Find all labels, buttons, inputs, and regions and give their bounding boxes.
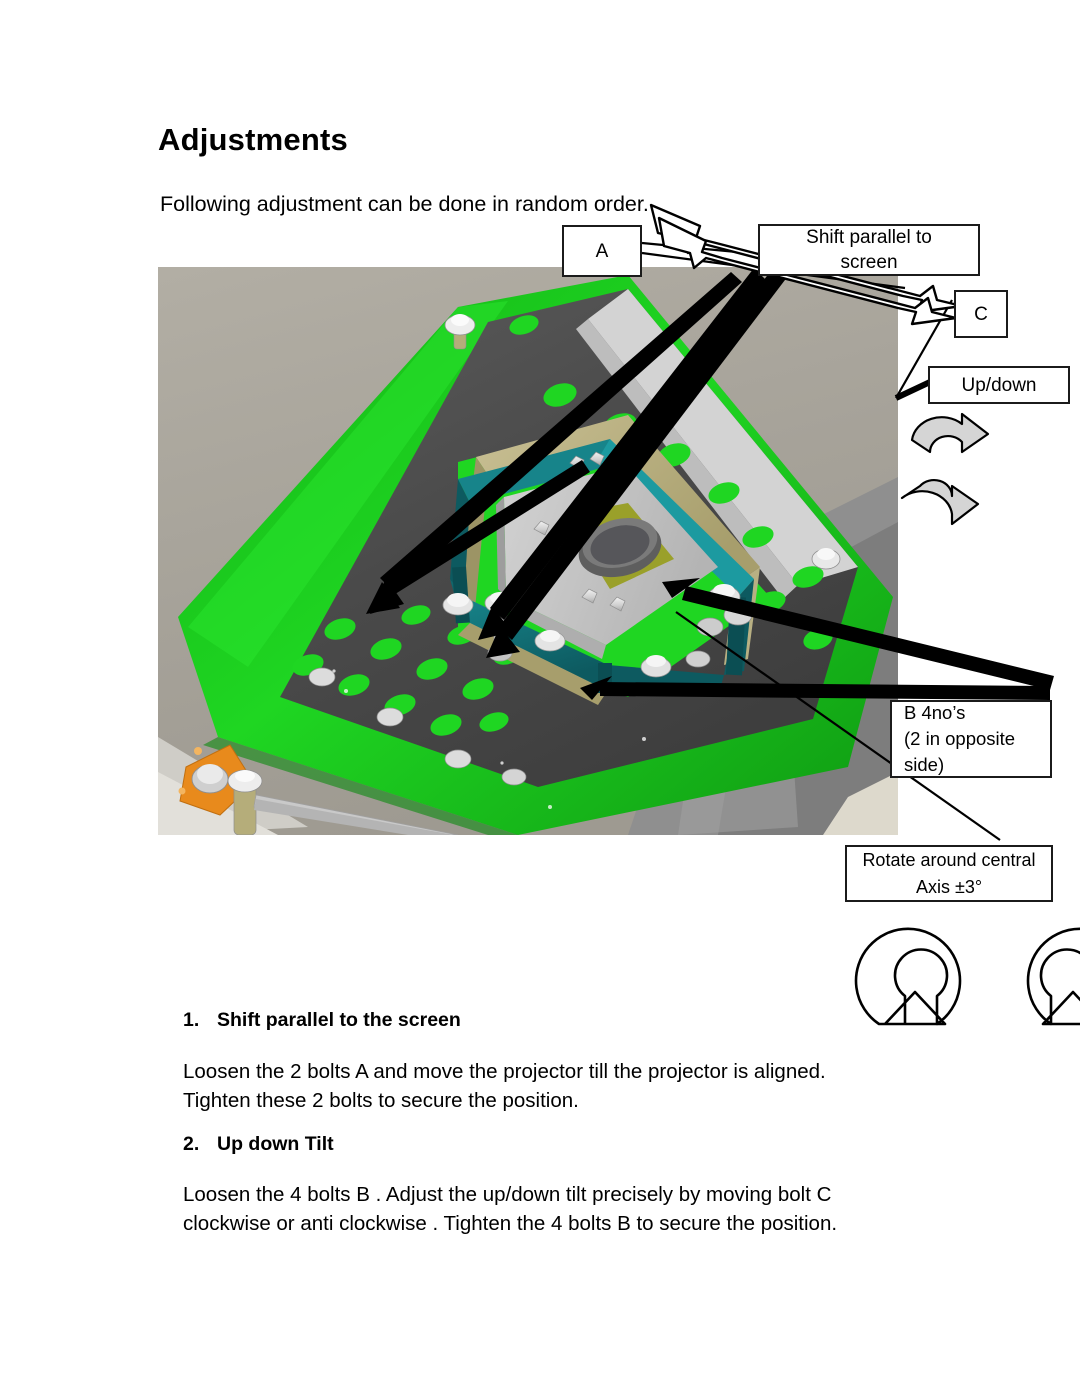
callout-shift-parallel-text: Shift parallel to screen xyxy=(806,227,932,273)
callout-b-bolts-text: B 4no’s (2 in opposite side) xyxy=(904,702,1016,775)
callout-shift-parallel: Shift parallel to screen xyxy=(758,224,980,276)
projector-mount-figure xyxy=(158,267,898,835)
callout-label-c: C xyxy=(954,290,1008,338)
step-2-heading: 2. Up down Tilt xyxy=(183,1133,334,1156)
callout-up-down: Up/down xyxy=(928,366,1070,404)
up-down-rotation-arrows xyxy=(900,412,990,526)
document-page: Adjustments Following adjustment can be … xyxy=(0,0,1080,1397)
step-2-body-text: Loosen the 4 bolts B . Adjust the up/dow… xyxy=(183,1183,838,1235)
callout-rotate-axis: Rotate around central Axis ±3° xyxy=(845,845,1053,902)
step-1-body-text: Loosen the 2 bolts A and move the projec… xyxy=(183,1060,826,1112)
callout-rotate-axis-text: Rotate around central Axis ±3° xyxy=(862,849,1036,897)
step-1-heading-text: Shift parallel to the screen xyxy=(217,1009,461,1031)
step-1-heading: 1. Shift parallel to the screen xyxy=(183,1009,461,1032)
step-2-number: 2. xyxy=(183,1133,200,1155)
rotate-axis-arrows xyxy=(854,927,1080,1026)
page-title: Adjustments xyxy=(158,122,348,157)
intro-paragraph: Following adjustment can be done in rand… xyxy=(160,192,649,216)
step-2-body: Loosen the 4 bolts B . Adjust the up/dow… xyxy=(183,1180,837,1238)
callout-label-a: A xyxy=(562,225,642,277)
step-1-body: Loosen the 2 bolts A and move the projec… xyxy=(183,1057,826,1115)
step-2-heading-text: Up down Tilt xyxy=(217,1133,334,1155)
callout-b-bolts: B 4no’s (2 in opposite side) xyxy=(890,700,1052,778)
step-1-number: 1. xyxy=(183,1009,200,1031)
